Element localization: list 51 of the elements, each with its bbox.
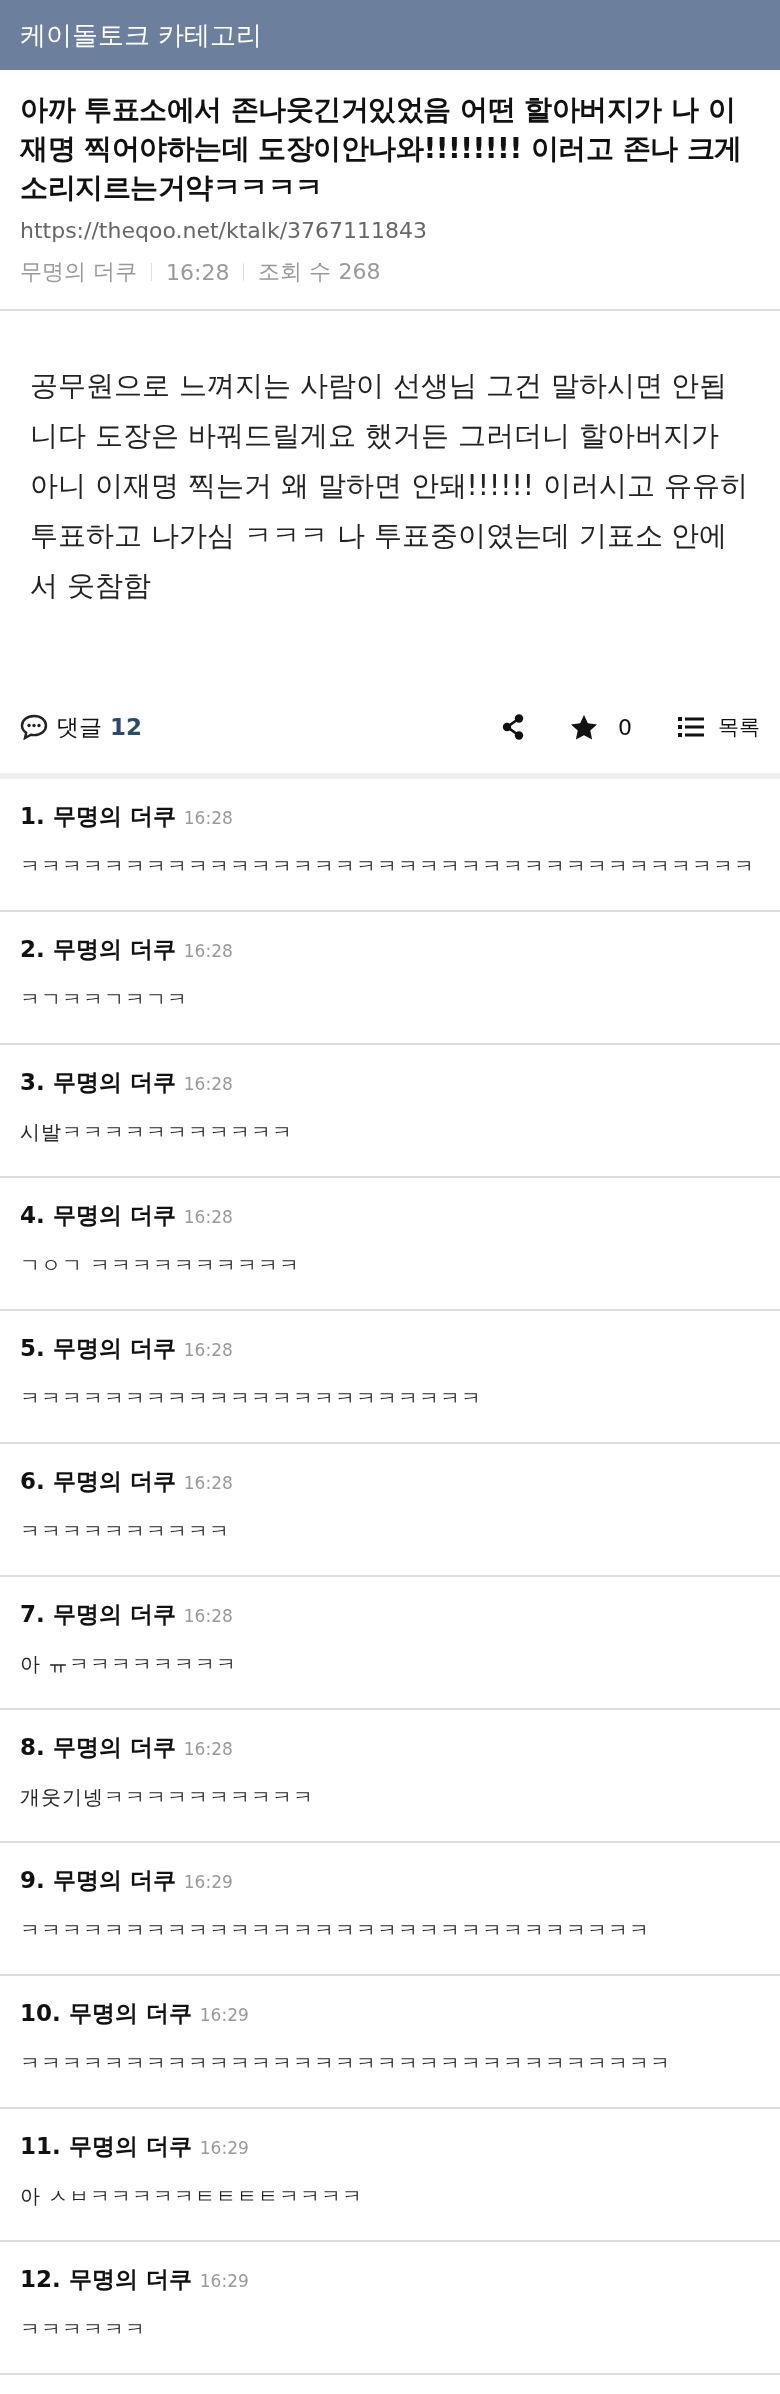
comment-author: 10. 무명의 더쿠 — [20, 1999, 192, 2028]
comment-time: 16:28 — [183, 808, 233, 828]
star-icon[interactable] — [570, 713, 598, 741]
comment-time: 16:28 — [183, 1606, 233, 1626]
comment-text: 아 ㅅㅂㅋㅋㅋㅋㅋㅌㅌㅌㅌㅋㅋㅋㅋ — [20, 2183, 365, 2210]
post-title: 아까 투표소에서 존나웃긴거있었음 어떤 할아버지가 나 이재명 찍어야하는데 도장이안나와!!!!!!!! 이러고 존나 크게 소리지르는거약ㅋㅋㅋㅋ — [20, 92, 743, 206]
comment-author: 3. 무명의 더쿠 — [20, 1068, 176, 1097]
comment-text: ㅋㅋㅋㅋㅋㅋㅋㅋㅋㅋㅋㅋㅋㅋㅋㅋㅋㅋㅋㅋㅋㅋ — [20, 1385, 483, 1412]
comment-author: 5. 무명의 더쿠 — [20, 1334, 176, 1363]
comment-time: 16:28 — [183, 1739, 233, 1759]
comment-text: 시발ㅋㅋㅋㅋㅋㅋㅋㅋㅋㅋㅋ — [20, 1119, 294, 1146]
comment-text: ㅋㅋㅋㅋㅋㅋㅋㅋㅋㅋㅋㅋㅋㅋㅋㅋㅋㅋㅋㅋㅋㅋㅋㅋㅋㅋㅋㅋㅋㅋ — [20, 1917, 651, 1944]
comment-time: 16:29 — [183, 1872, 233, 1892]
list-button[interactable]: 목록 — [678, 713, 760, 741]
comment-text: ㅋㅋㅋㅋㅋㅋㅋㅋㅋㅋㅋㅋㅋㅋㅋㅋㅋㅋㅋㅋㅋㅋㅋㅋㅋㅋㅋㅋㅋㅋㅋㅋㅋㅋㅋ — [20, 853, 756, 880]
comment-time: 16:29 — [199, 2138, 249, 2158]
category-title[interactable]: 케이돌토크 카테고리 — [20, 17, 263, 53]
comment-time: 16:28 — [183, 1473, 233, 1493]
post-body-text: 공무원으로 느껴지는 사람이 선생님 그건 말하시면 안됩니다 도장은 바꿔드릴게요 했거든 그러더니 할아버지가 아니 이재명 찍는거 왜 말하면 안돼!!!!!! 이러시고 유유히 투표하고 나가심 ㅋㅋㅋ 나 투표중이였는데 기표소 안에서 웃참함 — [30, 368, 749, 604]
comments-label: 댓글 — [56, 712, 102, 742]
comment-text: 아 ㅠㅋㅋㅋㅋㅋㅋㅋㅋ — [20, 1651, 239, 1678]
comment-text: ㄱㅇㄱ ㅋㅋㅋㅋㅋㅋㅋㅋㅋㅋ — [20, 1252, 302, 1279]
comment-author: 6. 무명의 더쿠 — [20, 1467, 176, 1496]
comment-author: 11. 무명의 더쿠 — [20, 2132, 192, 2161]
view-count: 조회 수 268 — [258, 258, 381, 286]
share-icon[interactable] — [502, 714, 524, 740]
speech-bubble-icon — [20, 714, 48, 740]
post-link[interactable]: https://theqoo.net/ktalk/3767111843 — [20, 215, 760, 247]
star-count: 0 — [618, 714, 632, 740]
comment-time: 16:28 — [183, 1340, 233, 1360]
comment-text: 개웃기넹ㅋㅋㅋㅋㅋㅋㅋㅋㅋㅋ — [20, 1784, 315, 1811]
comment-text: ㅋㅋㅋㅋㅋㅋㅋㅋㅋㅋㅋㅋㅋㅋㅋㅋㅋㅋㅋㅋㅋㅋㅋㅋㅋㅋㅋㅋㅋㅋㅋ — [20, 2050, 672, 2077]
comment-text: ㅋㄱㅋㅋㄱㅋㄱㅋ — [20, 986, 189, 1013]
comment-text: ㅋㅋㅋㅋㅋㅋ — [20, 2316, 147, 2343]
comment-author: 7. 무명의 더쿠 — [20, 1600, 176, 1629]
comment-author: 12. 무명의 더쿠 — [20, 2265, 192, 2294]
comment-author: 1. 무명의 더쿠 — [20, 802, 176, 831]
comment-author: 9. 무명의 더쿠 — [20, 1866, 176, 1895]
comment-author: 2. 무명의 더쿠 — [20, 935, 176, 964]
comment-count: 12 — [110, 714, 142, 740]
comment-author: 8. 무명의 더쿠 — [20, 1733, 176, 1762]
comment-author: 4. 무명의 더쿠 — [20, 1201, 176, 1230]
comment-time: 16:29 — [199, 2271, 249, 2291]
comment-time: 16:29 — [199, 2005, 249, 2025]
comment-time: 16:28 — [183, 941, 233, 961]
list-icon — [678, 716, 704, 738]
comment-text: ㅋㅋㅋㅋㅋㅋㅋㅋㅋㅋ — [20, 1518, 231, 1545]
comment-time: 16:28 — [183, 1074, 233, 1094]
post-time: 16:28 — [166, 259, 230, 285]
post-author: 무명의 더쿠 — [20, 258, 137, 286]
comment-time: 16:28 — [183, 1207, 233, 1227]
